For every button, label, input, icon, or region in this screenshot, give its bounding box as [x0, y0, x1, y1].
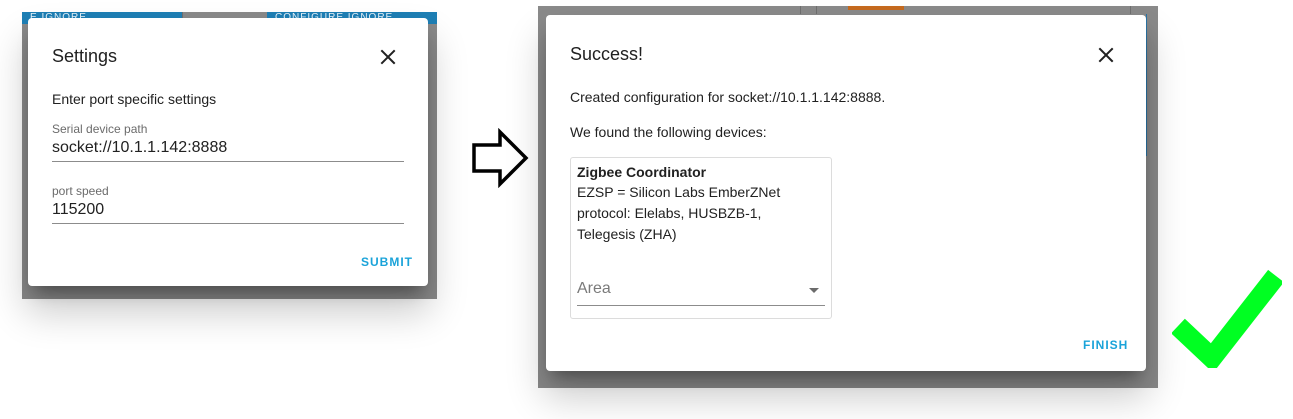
close-icon	[1098, 47, 1114, 63]
success-close-button[interactable]	[1094, 43, 1118, 67]
port-speed-field[interactable]: port speed 115200	[52, 184, 404, 224]
background-divider	[816, 6, 817, 14]
finish-button[interactable]: FINISH	[1083, 338, 1128, 352]
device-description: EZSP = Silicon Labs EmberZNet protocol: …	[577, 184, 781, 242]
serial-device-path-input[interactable]: socket://10.1.1.142:8888	[52, 139, 404, 162]
device-name: Zigbee Coordinator	[577, 164, 707, 180]
background-divider	[800, 6, 801, 14]
background-blue-edge	[1146, 14, 1147, 156]
serial-device-path-field[interactable]: Serial device path socket://10.1.1.142:8…	[52, 122, 404, 162]
device-card: Zigbee Coordinator EZSP = Silicon Labs E…	[570, 157, 832, 319]
settings-intro-text: Enter port specific settings	[52, 91, 217, 107]
settings-close-button[interactable]	[376, 45, 400, 69]
dropdown-caret-icon	[809, 288, 819, 293]
arrow-right-outline-icon	[472, 128, 529, 188]
submit-button[interactable]: SUBMIT	[361, 255, 413, 269]
background-divider	[1130, 6, 1131, 14]
port-speed-label: port speed	[52, 184, 109, 198]
success-dialog: Success! Created configuration for socke…	[546, 15, 1146, 371]
found-devices-text: We found the following devices:	[570, 124, 767, 140]
area-select-label: Area	[577, 280, 611, 297]
area-select[interactable]: Area	[577, 276, 825, 306]
background-orange-tab	[848, 6, 904, 10]
settings-dialog: Settings Enter port specific settings Se…	[28, 18, 428, 286]
serial-device-path-label: Serial device path	[52, 122, 148, 136]
checkmark-icon	[1172, 269, 1282, 368]
close-icon	[380, 49, 396, 65]
success-dialog-title: Success!	[570, 44, 644, 64]
created-configuration-text: Created configuration for socket://10.1.…	[570, 89, 886, 105]
settings-dialog-title: Settings	[52, 46, 118, 66]
port-speed-input[interactable]: 115200	[52, 201, 404, 224]
